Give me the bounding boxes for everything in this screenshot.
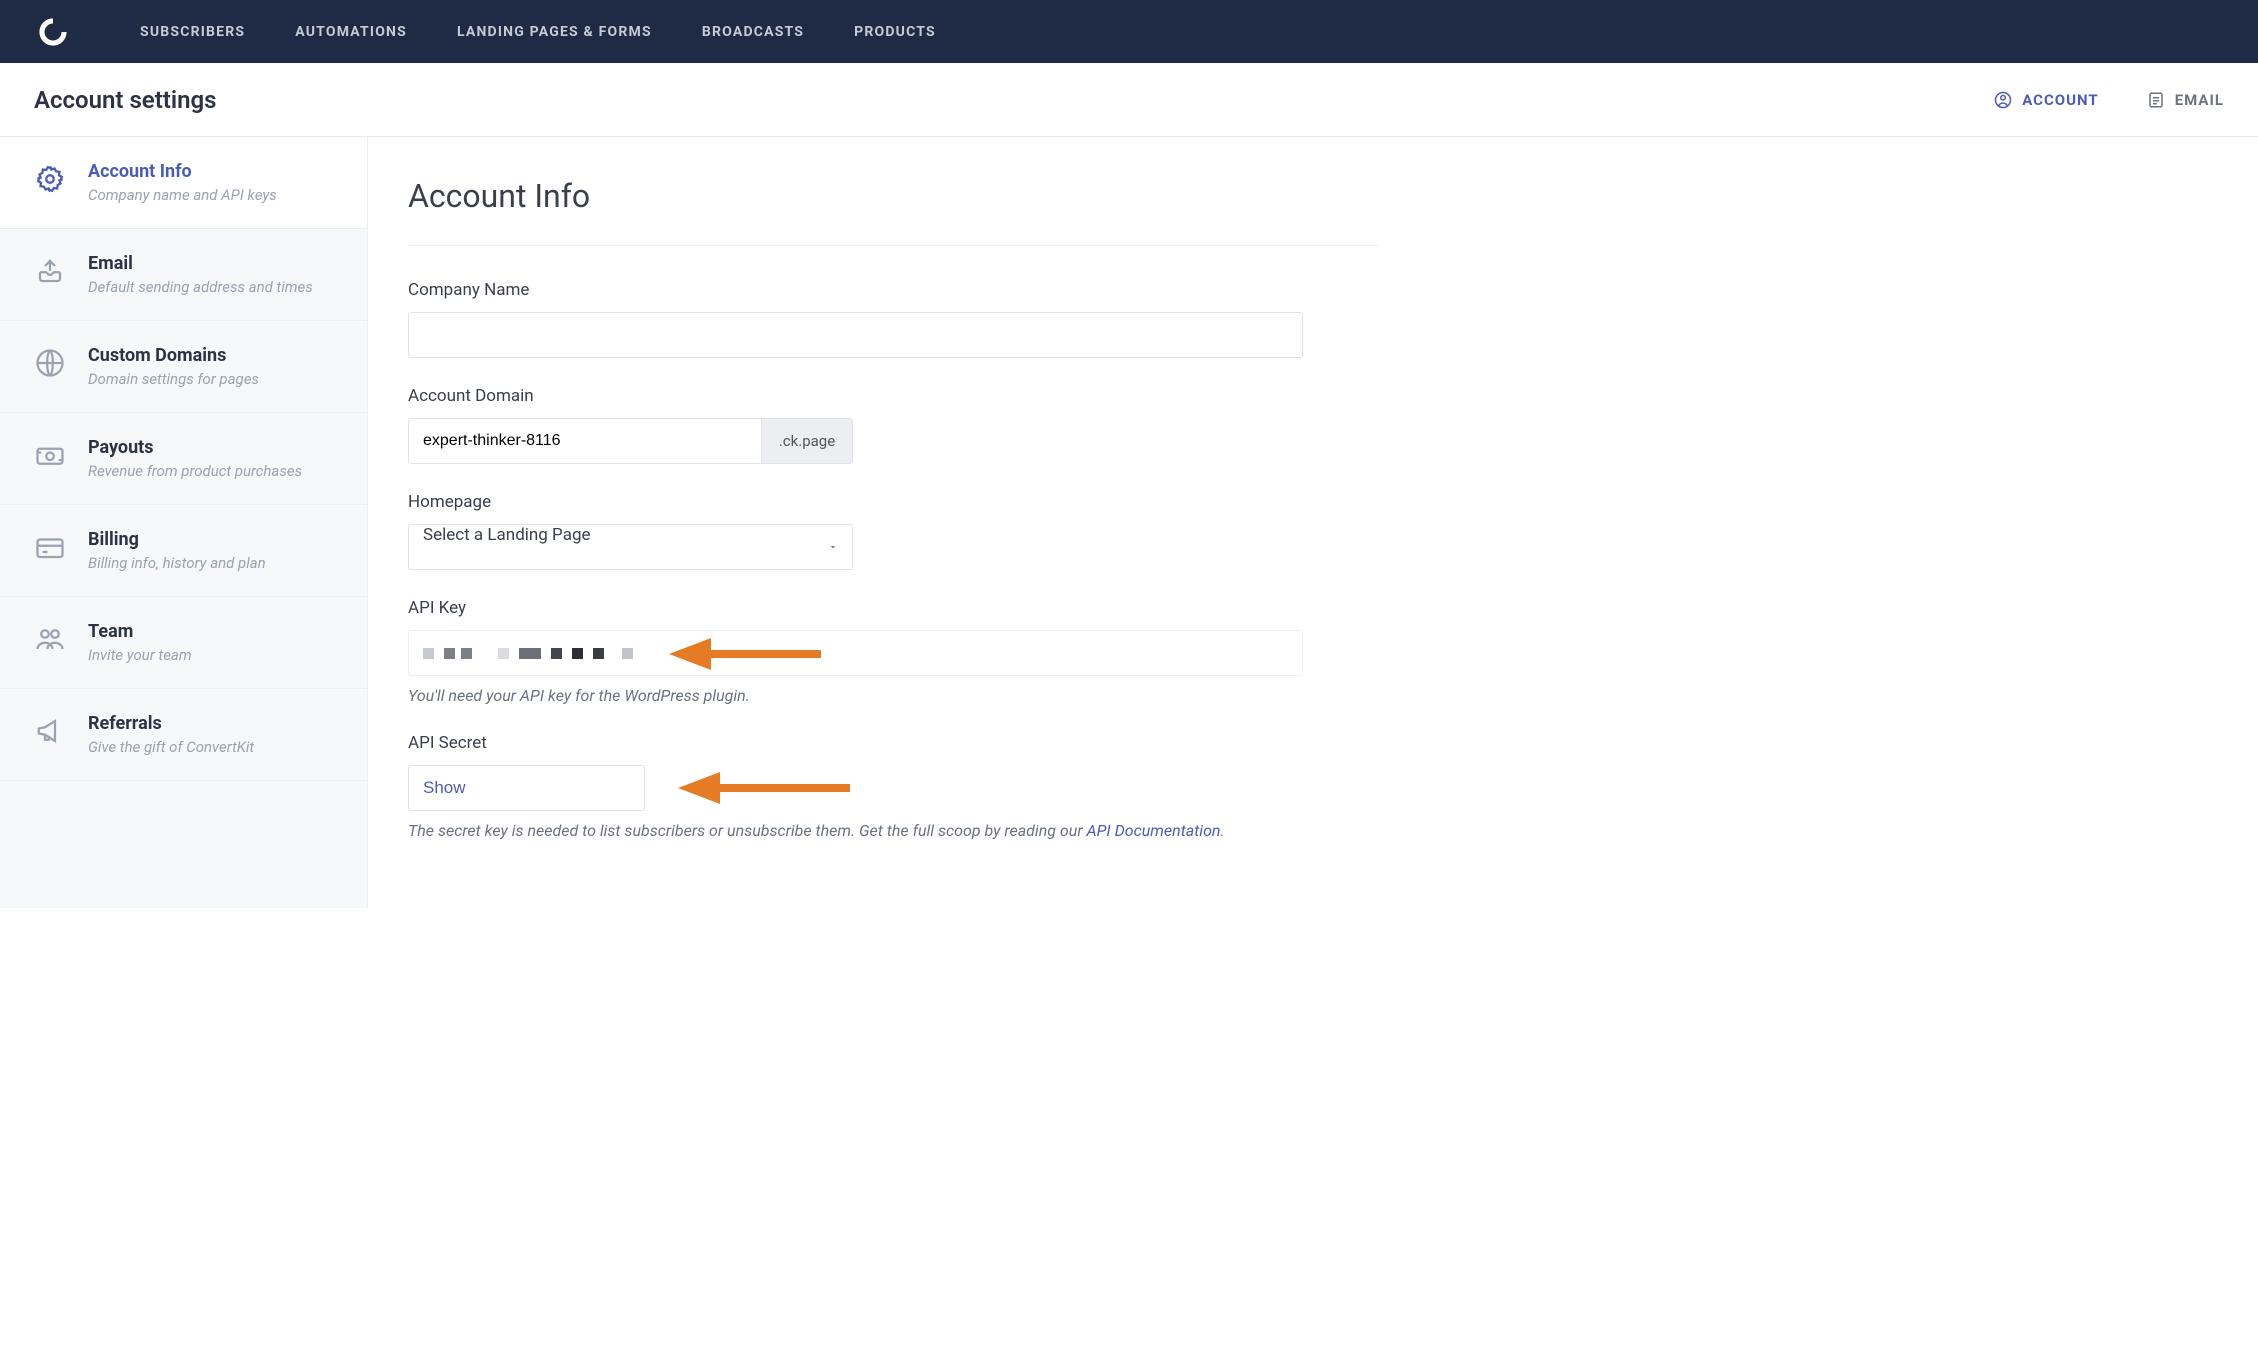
globe-icon xyxy=(32,345,68,381)
field-api-secret: API Secret Show The secret key is needed… xyxy=(408,733,1378,840)
subheader: Account settings ACCOUNT EMAIL xyxy=(0,63,2258,137)
cash-icon xyxy=(32,437,68,473)
main-layout: Account Info Company name and API keys E… xyxy=(0,137,2258,908)
api-key-help: You'll need your API key for the WordPre… xyxy=(408,686,1378,705)
tab-label: ACCOUNT xyxy=(2022,91,2098,109)
sidebar-item-label: Billing xyxy=(88,529,266,550)
logo-icon xyxy=(36,15,70,49)
sidebar-item-email[interactable]: Email Default sending address and times xyxy=(0,229,367,321)
user-circle-icon xyxy=(1994,91,2012,109)
nav-landing-pages-forms[interactable]: LANDING PAGES & FORMS xyxy=(457,24,652,40)
sidebar-item-account-info[interactable]: Account Info Company name and API keys xyxy=(0,137,367,229)
subheader-tabs: ACCOUNT EMAIL xyxy=(1994,91,2224,109)
top-nav-items: SUBSCRIBERS AUTOMATIONS LANDING PAGES & … xyxy=(140,24,936,40)
sidebar-item-label: Team xyxy=(88,621,192,642)
content-area: Account Info Company Name Account Domain… xyxy=(368,137,1418,908)
team-icon xyxy=(32,621,68,657)
show-api-secret-button[interactable]: Show xyxy=(408,765,645,811)
field-api-key: API Key You'll need your API key for the… xyxy=(408,598,1378,705)
nav-broadcasts[interactable]: BROADCASTS xyxy=(702,24,804,40)
email-file-icon xyxy=(2147,91,2165,109)
credit-card-icon xyxy=(32,529,68,565)
annotation-arrow xyxy=(678,772,850,804)
account-domain-suffix: .ck.page xyxy=(761,418,853,464)
sidebar-item-label: Account Info xyxy=(88,161,277,182)
sidebar-item-payouts[interactable]: Payouts Revenue from product purchases xyxy=(0,413,367,505)
company-name-input[interactable] xyxy=(408,312,1303,358)
homepage-select[interactable]: Select a Landing Page xyxy=(408,524,853,570)
annotation-arrow xyxy=(669,638,821,670)
api-documentation-link[interactable]: API Documentation xyxy=(1087,821,1221,840)
sidebar-item-desc: Billing info, history and plan xyxy=(88,554,266,572)
field-company-name: Company Name xyxy=(408,280,1378,358)
brand-logo[interactable] xyxy=(36,15,70,49)
nav-products[interactable]: PRODUCTS xyxy=(854,24,936,40)
page-title: Account settings xyxy=(34,86,216,114)
tab-label: EMAIL xyxy=(2175,91,2224,109)
field-account-domain: Account Domain .ck.page xyxy=(408,386,1378,464)
divider xyxy=(408,245,1378,246)
sidebar-item-desc: Company name and API keys xyxy=(88,186,277,204)
company-name-label: Company Name xyxy=(408,280,1378,300)
sidebar-item-desc: Revenue from product purchases xyxy=(88,462,302,480)
gear-icon xyxy=(32,161,68,197)
api-key-label: API Key xyxy=(408,598,1378,618)
sidebar-item-label: Custom Domains xyxy=(88,345,259,366)
sidebar-item-team[interactable]: Team Invite your team xyxy=(0,597,367,689)
settings-sidebar: Account Info Company name and API keys E… xyxy=(0,137,368,908)
tab-email[interactable]: EMAIL xyxy=(2147,91,2224,109)
sidebar-item-label: Referrals xyxy=(88,713,254,734)
api-secret-help: The secret key is needed to list subscri… xyxy=(408,821,1378,840)
account-domain-label: Account Domain xyxy=(408,386,1378,406)
nav-subscribers[interactable]: SUBSCRIBERS xyxy=(140,24,245,40)
sidebar-item-referrals[interactable]: Referrals Give the gift of ConvertKit xyxy=(0,689,367,781)
sidebar-item-desc: Default sending address and times xyxy=(88,278,313,296)
outbox-icon xyxy=(32,253,68,289)
sidebar-item-label: Payouts xyxy=(88,437,302,458)
homepage-label: Homepage xyxy=(408,492,1378,512)
sidebar-item-billing[interactable]: Billing Billing info, history and plan xyxy=(0,505,367,597)
account-domain-input[interactable] xyxy=(408,418,761,464)
megaphone-icon xyxy=(32,713,68,749)
nav-automations[interactable]: AUTOMATIONS xyxy=(295,24,407,40)
api-secret-label: API Secret xyxy=(408,733,1378,753)
field-homepage: Homepage Select a Landing Page xyxy=(408,492,1378,570)
sidebar-item-label: Email xyxy=(88,253,313,274)
top-nav: SUBSCRIBERS AUTOMATIONS LANDING PAGES & … xyxy=(0,0,2258,63)
api-key-value[interactable] xyxy=(408,630,1303,676)
tab-account[interactable]: ACCOUNT xyxy=(1994,91,2098,109)
sidebar-item-desc: Give the gift of ConvertKit xyxy=(88,738,254,756)
content-heading: Account Info xyxy=(408,177,1378,215)
sidebar-item-custom-domains[interactable]: Custom Domains Domain settings for pages xyxy=(0,321,367,413)
sidebar-item-desc: Domain settings for pages xyxy=(88,370,259,388)
sidebar-item-desc: Invite your team xyxy=(88,646,192,664)
